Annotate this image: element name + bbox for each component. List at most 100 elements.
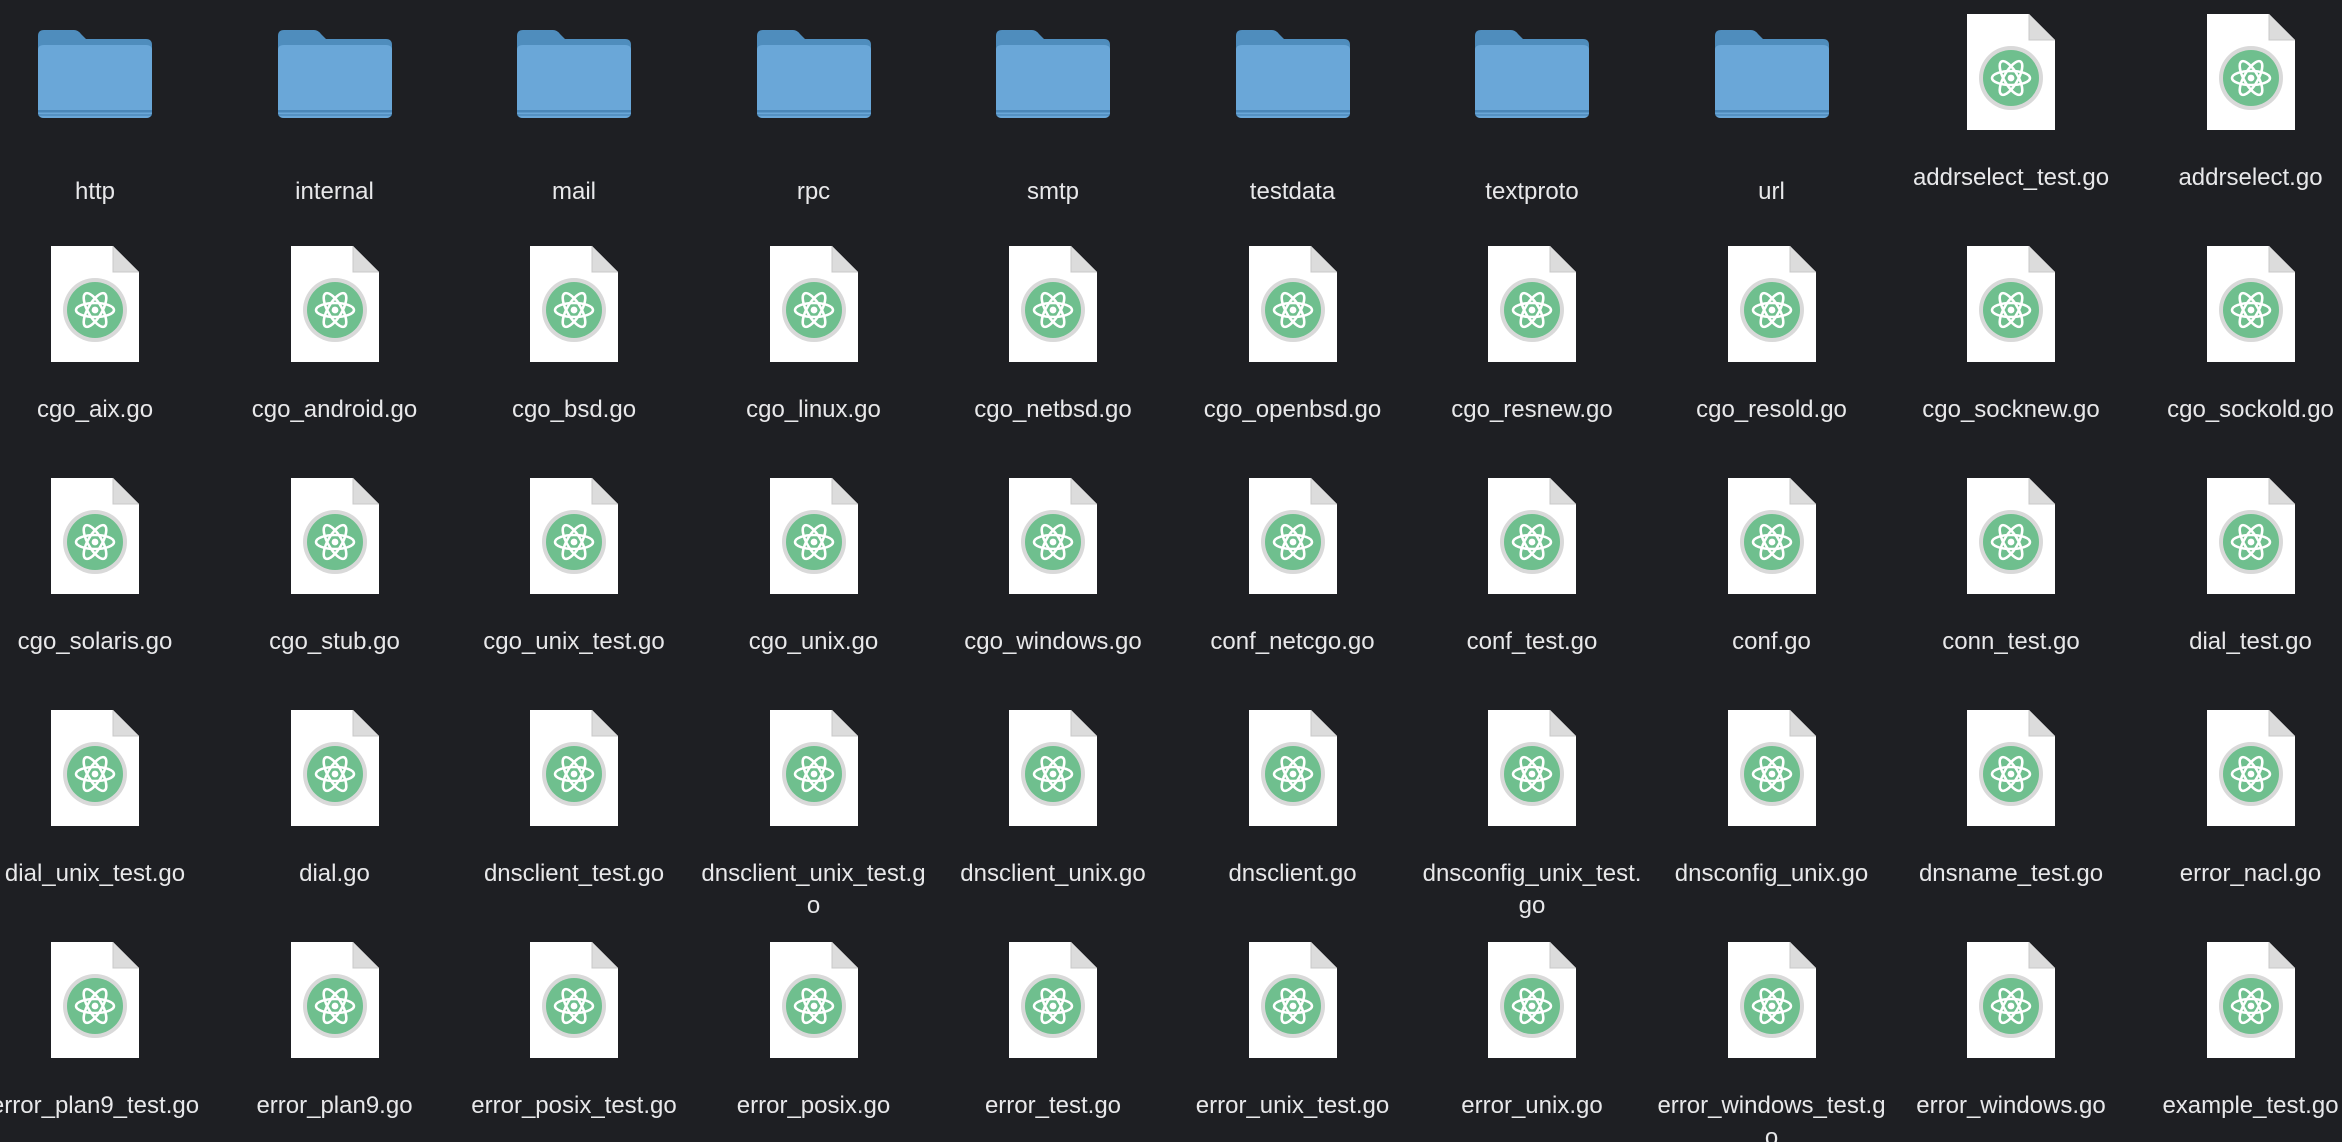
folder-item[interactable]: rpc [698,0,930,230]
file-item[interactable]: dnsclient_unix.go [937,696,1169,926]
file-item[interactable]: cgo_solaris.go [0,464,211,694]
file-item[interactable]: cgo_stub.go [219,464,451,694]
go-file-icon [1009,246,1097,362]
go-file-icon [530,478,618,594]
file-item[interactable]: dnsclient.go [1177,696,1409,926]
file-item[interactable]: cgo_openbsd.go [1177,232,1409,462]
file-icon-wrap [1416,244,1648,374]
file-icon-wrap [937,708,1169,838]
file-item[interactable]: dnsconfig_unix.go [1656,696,1888,926]
file-item[interactable]: cgo_linux.go [698,232,930,462]
go-file-icon [1967,942,2055,1058]
file-name: cgo_aix.go [36,396,154,423]
file-icon-wrap [0,708,211,838]
file-icon-wrap [219,476,451,606]
folder-item[interactable]: internal [219,0,451,230]
file-icon-wrap [0,476,211,606]
file-name: dnsconfig_unix_test.go [1422,860,1642,919]
file-name: dnsclient.go [1228,860,1357,887]
file-item[interactable]: dnsclient_unix_test.go [698,696,930,926]
file-name: cgo_windows.go [964,628,1142,655]
file-item[interactable]: error_plan9_test.go [0,928,211,1142]
folder-item[interactable]: url [1656,0,1888,230]
file-icon-wrap [1656,940,1888,1070]
folder-icon-wrap [1416,26,1648,156]
go-file-icon [51,710,139,826]
file-name: error_plan9.go [256,1092,413,1119]
file-icon-wrap [1656,244,1888,374]
file-item[interactable]: cgo_unix.go [698,464,930,694]
folder-icon-wrap [219,26,451,156]
go-file-icon [2206,14,2295,130]
file-icon-wrap [698,708,930,838]
file-icon-wrap [2135,940,2342,1070]
file-item[interactable]: cgo_netbsd.go [937,232,1169,462]
file-item[interactable]: dnsname_test.go [1895,696,2127,926]
file-item[interactable]: error_windows.go [1895,928,2127,1142]
file-item[interactable]: error_plan9.go [219,928,451,1142]
file-item[interactable]: dial_test.go [2135,464,2342,694]
go-file-icon [1967,246,2055,362]
file-item[interactable]: conf.go [1656,464,1888,694]
file-item[interactable]: cgo_resnew.go [1416,232,1648,462]
folder-item[interactable]: mail [458,0,690,230]
go-file-icon [1488,710,1576,826]
file-item[interactable]: conn_test.go [1895,464,2127,694]
go-file-icon [2206,478,2295,594]
folder-name: smtp [1026,178,1079,205]
folder-icon [1235,30,1350,118]
folder-item[interactable]: http [0,0,211,230]
file-name: dnsclient_unix_test.go [701,860,926,919]
folder-icon [756,30,871,118]
file-item[interactable]: conf_netcgo.go [1177,464,1409,694]
go-file-icon [51,246,139,362]
file-item[interactable]: cgo_android.go [219,232,451,462]
file-icon-wrap [937,476,1169,606]
folder-item[interactable]: smtp [937,0,1169,230]
file-icon-wrap [2135,12,2342,142]
file-item[interactable]: cgo_bsd.go [458,232,690,462]
file-item[interactable]: dnsconfig_unix_test.go [1416,696,1648,926]
folder-item[interactable]: textproto [1416,0,1648,230]
file-icon-grid: http internal mail rpc smtp testdata tex… [0,0,2342,1142]
file-name: error_windows.go [1916,1092,2106,1119]
folder-name: rpc [796,178,831,205]
go-file-icon [1009,478,1097,594]
file-item[interactable]: example_test.go [2135,928,2342,1142]
file-item[interactable]: cgo_socknew.go [1895,232,2127,462]
folder-icon [277,30,392,118]
file-item[interactable]: dnsclient_test.go [458,696,690,926]
go-file-icon [1727,246,1816,362]
file-name: conn_test.go [1942,628,2080,655]
file-item[interactable]: addrselect_test.go [1895,0,2127,230]
file-item[interactable]: error_windows_test.go [1656,928,1888,1142]
file-item[interactable]: error_unix_test.go [1177,928,1409,1142]
file-icon-wrap [458,708,690,838]
file-item[interactable]: error_test.go [937,928,1169,1142]
file-name: cgo_resnew.go [1451,396,1613,423]
go-file-icon [530,942,618,1058]
file-name: dnsname_test.go [1918,860,2104,887]
folder-icon-wrap [1656,26,1888,156]
file-name: error_posix.go [736,1092,891,1119]
file-name: dnsclient_unix.go [960,860,1146,887]
file-item[interactable]: dial.go [219,696,451,926]
file-item[interactable]: error_unix.go [1416,928,1648,1142]
file-item[interactable]: dial_unix_test.go [0,696,211,926]
file-item[interactable]: addrselect.go [2135,0,2342,230]
file-item[interactable]: cgo_unix_test.go [458,464,690,694]
folder-icon [38,30,152,118]
file-item[interactable]: cgo_sockold.go [2135,232,2342,462]
folder-item[interactable]: testdata [1177,0,1409,230]
file-icon-wrap [1895,940,2127,1070]
file-item[interactable]: cgo_windows.go [937,464,1169,694]
file-item[interactable]: error_posix.go [698,928,930,1142]
file-item[interactable]: cgo_aix.go [0,232,211,462]
file-icon-wrap [219,940,451,1070]
file-item[interactable]: cgo_resold.go [1656,232,1888,462]
file-item[interactable]: error_posix_test.go [458,928,690,1142]
file-item[interactable]: error_nacl.go [2135,696,2342,926]
go-file-icon [769,478,858,594]
file-name: cgo_openbsd.go [1203,396,1382,423]
file-item[interactable]: conf_test.go [1416,464,1648,694]
